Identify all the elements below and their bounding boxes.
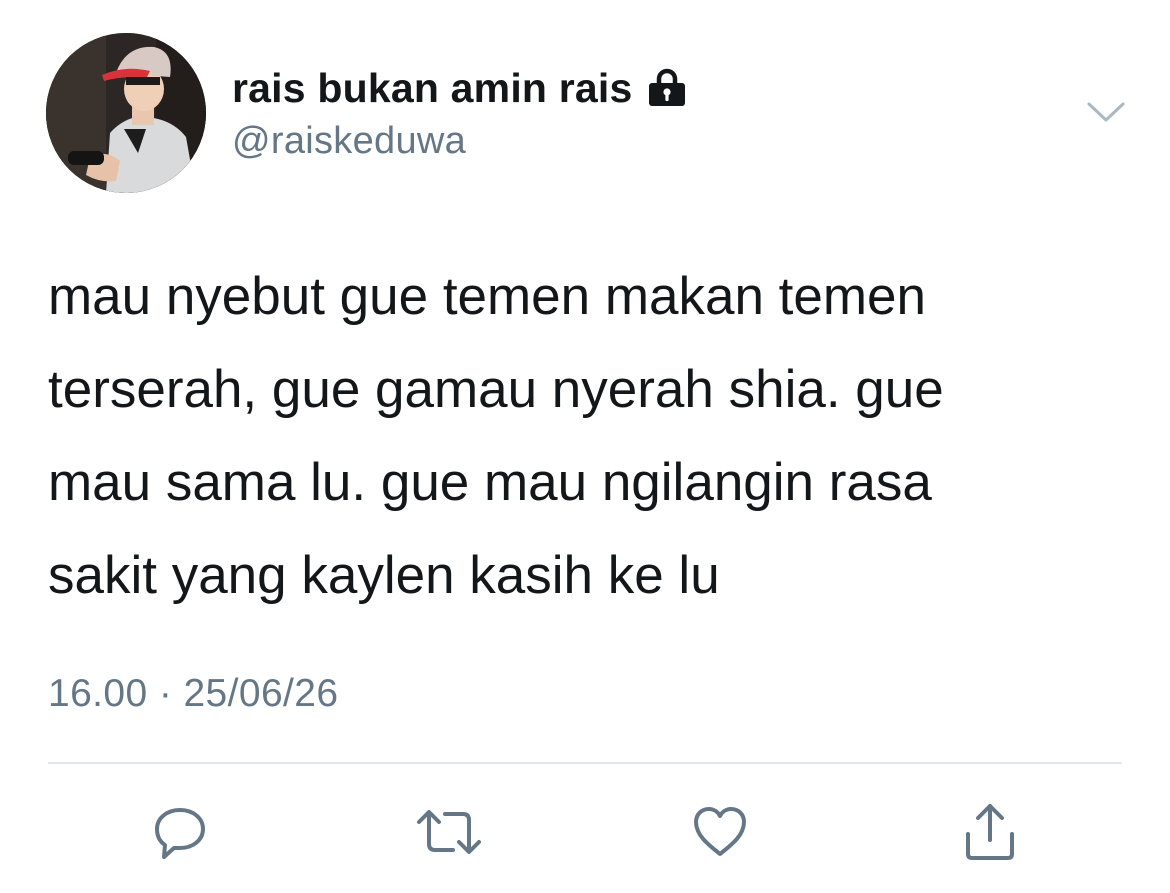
tweet-text: mau nyebut gue temen makan temen tersera…	[48, 267, 944, 605]
reply-icon	[155, 808, 205, 859]
retweet-button[interactable]	[413, 796, 485, 868]
display-name[interactable]: rais bukan amin rais	[232, 65, 633, 112]
tweet-timestamp: 16.00 · 25/06/26	[48, 672, 339, 715]
share-icon	[966, 804, 1014, 860]
chevron-down-icon[interactable]	[1084, 96, 1128, 126]
user-name-row: rais bukan amin rais	[232, 62, 689, 114]
avatar-photo	[46, 33, 206, 193]
divider	[48, 762, 1122, 764]
like-button[interactable]	[684, 796, 756, 868]
reply-button[interactable]	[144, 796, 216, 868]
like-icon	[694, 807, 746, 856]
tweet-card: rais bukan amin rais @raiskeduwa mau nye…	[0, 0, 1170, 893]
retweet-icon	[417, 810, 481, 854]
avatar[interactable]	[46, 33, 206, 193]
user-handle[interactable]: @raiskeduwa	[232, 120, 466, 163]
lock-icon	[645, 68, 689, 108]
share-button[interactable]	[954, 796, 1026, 868]
